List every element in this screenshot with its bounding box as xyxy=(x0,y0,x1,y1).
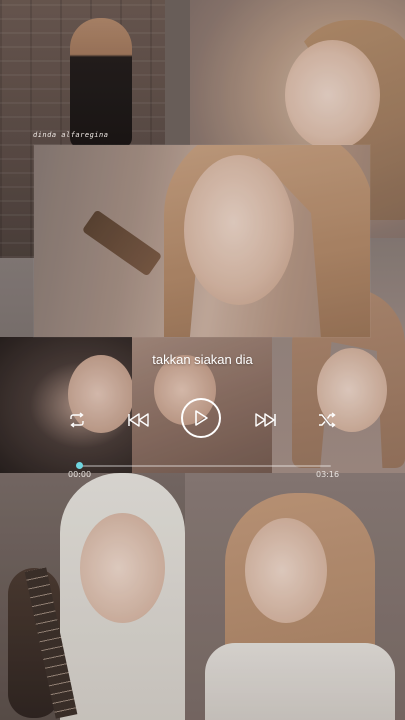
previous-button[interactable] xyxy=(124,406,154,434)
photo-girl-white-hijab-ukulele xyxy=(0,473,185,720)
time-total: 03:16 xyxy=(316,470,340,479)
shuffle-icon xyxy=(319,412,336,428)
repeat-icon xyxy=(70,412,84,428)
play-button[interactable] xyxy=(181,398,221,438)
progress-thumb[interactable] xyxy=(76,462,84,469)
watermark-text: dinda alfaregina xyxy=(33,131,109,139)
lyric-line: takkan siakan dia xyxy=(152,352,253,367)
time-elapsed: 00:00 xyxy=(68,470,92,479)
progress-bar[interactable] xyxy=(77,465,331,467)
next-button[interactable] xyxy=(250,406,280,434)
photo-girl-beige-hijab xyxy=(185,473,405,720)
repeat-button[interactable] xyxy=(63,406,91,434)
shuffle-button[interactable] xyxy=(313,406,341,434)
skip-next-icon xyxy=(255,413,276,427)
play-icon xyxy=(195,410,208,426)
photo-girl-singing-main xyxy=(34,145,370,337)
skip-previous-icon xyxy=(128,413,149,427)
